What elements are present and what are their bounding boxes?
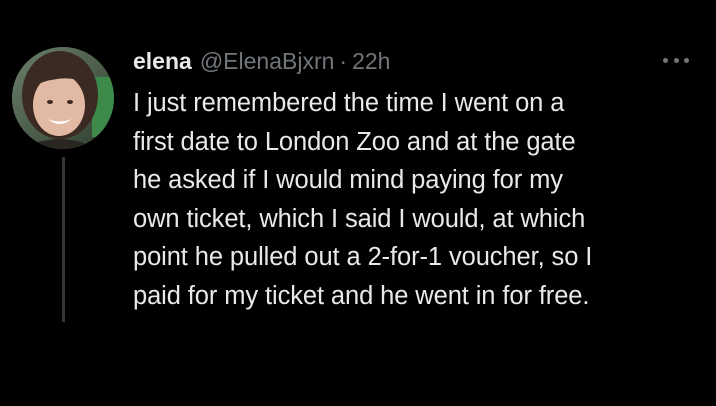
more-dot (663, 57, 668, 63)
tweet-header: elena @ElenaBjxrn · 22h (133, 48, 390, 75)
separator-dot: · (339, 48, 348, 74)
avatar-image (12, 47, 114, 149)
more-dot (684, 57, 689, 63)
tweet-text-line: I just remembered the time I went on a (133, 89, 565, 117)
tweet-text-line: paid for my ticket and he went in for fr… (133, 281, 590, 310)
avatar[interactable] (12, 47, 114, 149)
display-name[interactable]: elena (133, 48, 192, 75)
tweet-text-line: he asked if I would mind paying for my (133, 166, 563, 194)
user-handle[interactable]: @ElenaBjxrn (200, 48, 335, 75)
more-horizontal-icon[interactable] (663, 55, 689, 65)
tweet-text-line: point he pulled out a 2-for-1 voucher, s… (133, 243, 593, 271)
tweet-text-line: first date to London Zoo and at the gate (133, 127, 576, 156)
tweet-text: I just remembered the time I went on a f… (133, 84, 703, 315)
thread-line (62, 157, 65, 322)
tweet-text-line: own ticket, which I said I would, at whi… (133, 204, 586, 233)
more-dot (673, 57, 679, 63)
timestamp[interactable]: 22h (352, 48, 390, 75)
tweet[interactable]: elena @ElenaBjxrn · 22h I just remembere… (0, 0, 716, 406)
